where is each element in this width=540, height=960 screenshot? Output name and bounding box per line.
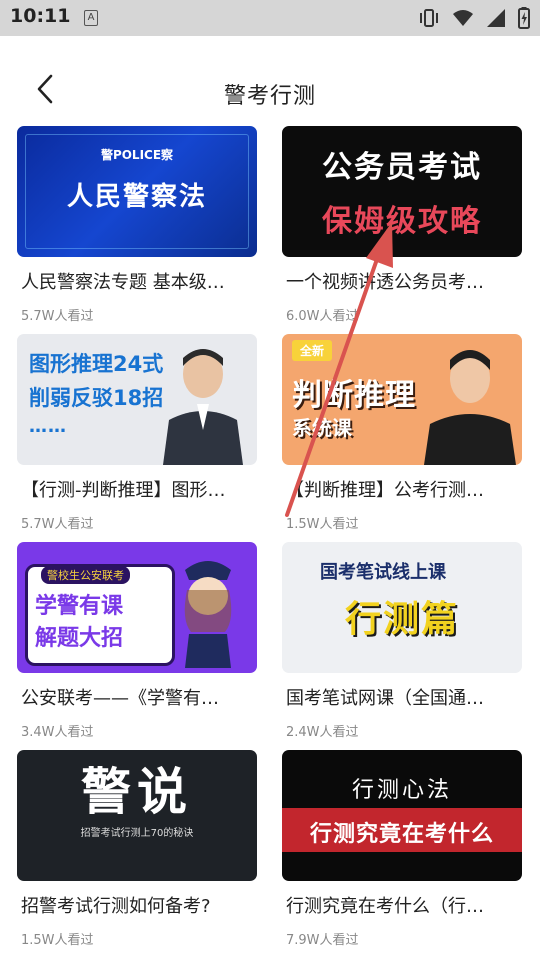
notification-a-icon: A bbox=[84, 10, 98, 26]
course-title: 人民警察法专题 基本级… bbox=[21, 272, 225, 293]
view-count: 5.7W人看过 bbox=[21, 309, 94, 324]
thumbnail-headline: 学警有课 bbox=[35, 594, 124, 619]
course-card[interactable]: 警POLICE察 人民警察法 人民警察法专题 基本级… 5.7W人看过 bbox=[17, 126, 257, 326]
status-icons bbox=[418, 6, 530, 30]
view-count: 7.9W人看过 bbox=[286, 933, 359, 948]
battery-icon bbox=[518, 7, 530, 29]
view-count: 1.5W人看过 bbox=[21, 933, 94, 948]
thumbnail-subheadline: 解题大招 bbox=[35, 626, 124, 651]
thumbnail-headline: 警说 bbox=[81, 762, 193, 821]
course-thumbnail: 警说 招警考试行测上70的秘诀 bbox=[17, 750, 257, 881]
thumbnail-subheadline: 削弱反驳18招 bbox=[29, 386, 164, 410]
police-mascot-illustration bbox=[184, 561, 232, 668]
vibrate-icon bbox=[420, 9, 438, 27]
thumbnail-headline: 判断推理 bbox=[292, 378, 416, 413]
course-card[interactable]: 公务员考试 保姆级攻略 一个视频讲透公务员考… 6.0W人看过 bbox=[282, 126, 522, 326]
course-thumbnail: 行测心法 行测究竟在考什么 bbox=[282, 750, 522, 881]
course-card[interactable]: 图形推理24式 削弱反驳18招 …… 【行测-判断推理】图形… 5.7W人看过 bbox=[17, 334, 257, 534]
view-count: 2.4W人看过 bbox=[286, 725, 359, 740]
thumbnail-subheadline: 招警考试行测上70的秘诀 bbox=[80, 828, 194, 839]
course-card[interactable]: 警校生公安联考 学警有课 解题大招 公安联考——《学警有… 3.4W人看过 bbox=[17, 542, 257, 742]
new-tag: 全新 bbox=[292, 340, 333, 361]
thumbnail-ellipsis: …… bbox=[29, 416, 67, 437]
thumbnail-subheadline: 保姆级攻略 bbox=[322, 204, 482, 239]
course-card[interactable]: 全新 判断推理 系统课 【判断推理】公考行测… 1.5W人看过 bbox=[282, 334, 522, 534]
thumbnail-headline: 人民警察法 bbox=[66, 182, 207, 212]
course-title: 公安联考——《学警有… bbox=[21, 688, 219, 709]
course-thumbnail: 警校生公安联考 学警有课 解题大招 bbox=[17, 542, 257, 673]
thumbnail-topline: 警校生公安联考 bbox=[41, 566, 130, 584]
course-title: 行测究竟在考什么（行… bbox=[286, 896, 484, 917]
course-thumbnail: 公务员考试 保姆级攻略 bbox=[282, 126, 522, 257]
course-title: 招警考试行测如何备考? bbox=[21, 896, 211, 917]
status-bar: 10:11 A bbox=[0, 0, 540, 36]
course-card[interactable]: 警说 招警考试行测上70的秘诀 招警考试行测如何备考? 1.5W人看过 bbox=[17, 750, 257, 950]
course-title: 【判断推理】公考行测… bbox=[286, 480, 484, 501]
view-count: 5.7W人看过 bbox=[21, 517, 94, 532]
course-thumbnail: 国考笔试线上课 行测篇 bbox=[282, 542, 522, 673]
course-thumbnail: 全新 判断推理 系统课 bbox=[282, 334, 522, 465]
thumbnail-badge: 警POLICE察 bbox=[100, 148, 174, 162]
course-card[interactable]: 国考笔试线上课 行测篇 国考笔试网课（全国通… 2.4W人看过 bbox=[282, 542, 522, 742]
instructor-avatar bbox=[424, 350, 516, 465]
view-count: 1.5W人看过 bbox=[286, 517, 359, 532]
course-title: 国考笔试网课（全国通… bbox=[286, 688, 484, 709]
course-thumbnail: 警POLICE察 人民警察法 bbox=[17, 126, 257, 257]
view-count: 6.0W人看过 bbox=[286, 309, 359, 324]
instructor-avatar bbox=[163, 349, 243, 465]
thumbnail-subheadline: 行测篇 bbox=[344, 599, 459, 640]
thumbnail-headline: 公务员考试 bbox=[322, 150, 482, 185]
wifi-icon bbox=[453, 10, 473, 26]
thumbnail-headline: 国考笔试线上课 bbox=[320, 562, 446, 583]
thumbnail-headline: 图形推理24式 bbox=[29, 352, 164, 376]
thumbnail-headline: 行测心法 bbox=[351, 778, 452, 803]
course-thumbnail: 图形推理24式 削弱反驳18招 …… bbox=[17, 334, 257, 465]
status-time: 10:11 bbox=[10, 5, 71, 27]
signal-icon bbox=[487, 9, 505, 27]
thumbnail-subheadline: 行测究竟在考什么 bbox=[309, 822, 494, 847]
page-title: 警考行测 bbox=[223, 84, 316, 109]
view-count: 3.4W人看过 bbox=[21, 725, 94, 740]
thumbnail-subheadline: 系统课 bbox=[292, 416, 352, 440]
app-bar: 警考行测 bbox=[0, 36, 540, 120]
course-title: 【行测-判断推理】图形… bbox=[21, 480, 226, 501]
course-title: 一个视频讲透公务员考… bbox=[286, 272, 484, 293]
course-card[interactable]: 行测心法 行测究竟在考什么 行测究竟在考什么（行… 7.9W人看过 bbox=[282, 750, 522, 950]
